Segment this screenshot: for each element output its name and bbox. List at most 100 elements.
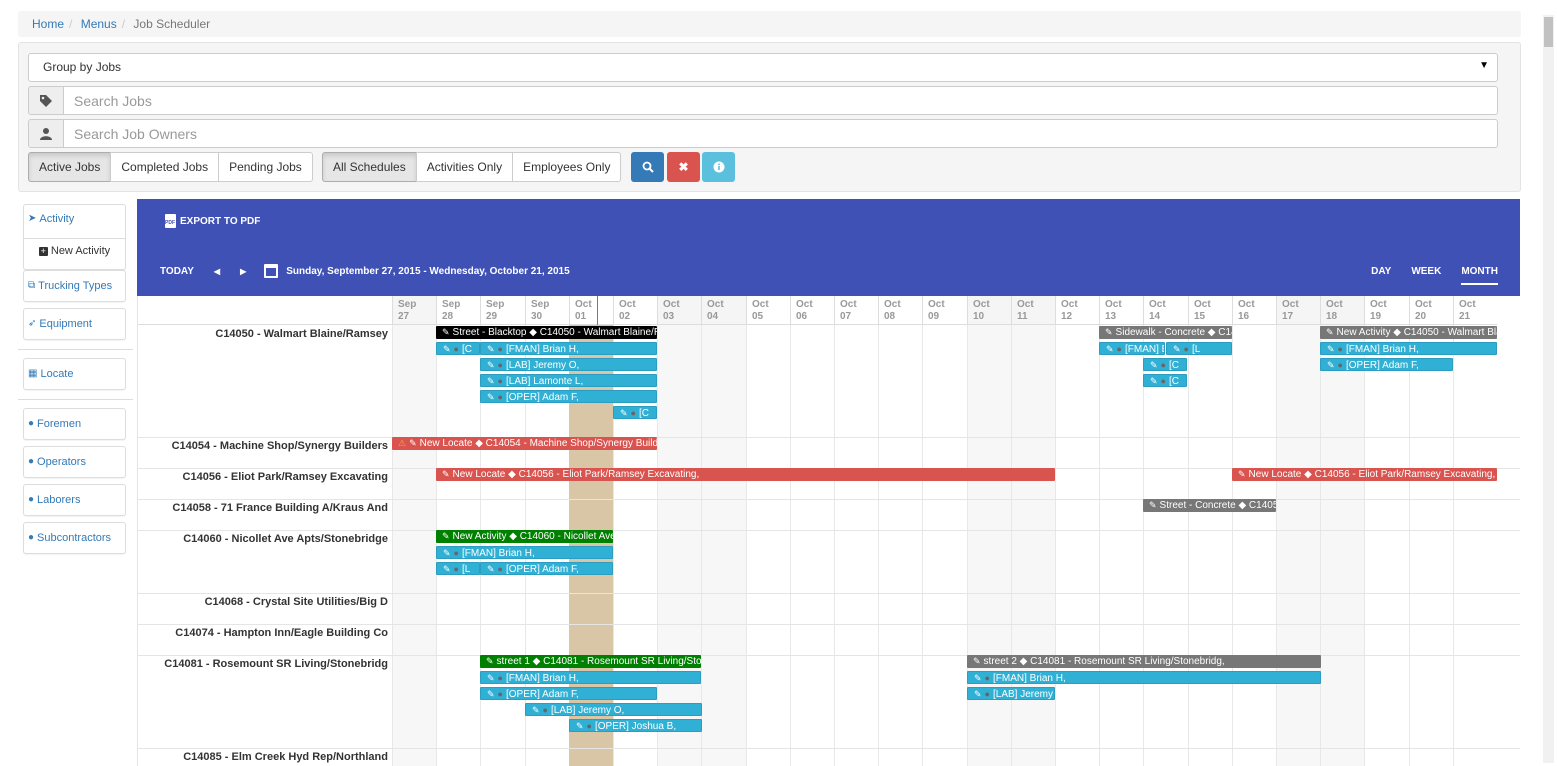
schedule-event[interactable]: ✎ ● [C [436, 342, 480, 355]
edit-icon[interactable]: ✎ [1327, 360, 1335, 370]
edit-icon[interactable]: ✎ [1150, 360, 1158, 370]
job-row-label[interactable]: C14056 - Eliot Park/Ramsey Excavating [138, 471, 388, 483]
calendar-icon[interactable] [264, 264, 279, 278]
search-owners-input[interactable] [64, 119, 1498, 148]
schedule-event[interactable]: ✎New Activity ◆ C14050 - Walmart Blaine/… [1320, 326, 1497, 339]
edit-icon[interactable]: ✎ [443, 548, 451, 558]
schedule-event[interactable]: ✎ New Locate ◆ C14056 - Eliot Park/Ramsey… [436, 468, 1055, 481]
edit-icon[interactable]: ✎ [487, 344, 495, 354]
schedule-event[interactable]: ✎ ● [OPER] Adam F, [480, 687, 657, 700]
edit-icon[interactable]: ✎ [973, 656, 981, 666]
schedule-event[interactable]: ✎●[FMAN] Brian H, [1099, 342, 1165, 355]
view-month-tab[interactable]: MONTH [1461, 266, 1498, 285]
edit-icon[interactable]: ✎ [1105, 327, 1113, 337]
edit-icon[interactable]: ✎ [443, 344, 451, 354]
schedule-event[interactable]: ✎ ● [LAB] Lamonte L, [480, 374, 657, 387]
schedule-event[interactable]: ✎ ● [C [1143, 358, 1187, 371]
schedule-event[interactable]: ✎ New Locate ◆ C14056 - Eliot Park/Ramsey… [1232, 468, 1497, 481]
breadcrumb-home[interactable]: Home [32, 17, 64, 31]
edit-icon[interactable]: ✎ [1149, 500, 1157, 510]
schedule-event[interactable]: ✎●[LAB] Jeremy O, [480, 358, 657, 371]
schedule-event[interactable]: ✎ Street - Blacktop ◆ C14050 - Walmart Bl… [436, 326, 657, 339]
clear-button[interactable]: ✖ [667, 152, 700, 182]
next-arrow-icon[interactable]: ▶ [240, 267, 246, 276]
today-button[interactable]: TODAY [160, 266, 194, 277]
edit-icon[interactable]: ✎ [1327, 344, 1335, 354]
schedule-event[interactable]: ✎ Street - Concrete ◆ C14058 [1143, 499, 1276, 512]
edit-icon[interactable]: ✎ [1238, 469, 1246, 479]
equipment-button[interactable]: ➶ Equipment [23, 308, 126, 340]
schedule-event[interactable]: ✎●[FMAN] Brian H, [1320, 342, 1497, 355]
job-row-label[interactable]: C14081 - Rosemount SR Living/Stonebridg [138, 658, 388, 670]
scrollbar-thumb[interactable] [1544, 17, 1553, 47]
job-row-label[interactable]: C14068 - Crystal Site Utilities/Big D [138, 596, 388, 608]
schedule-event[interactable]: ✎●[FMAN] Brian H, [436, 546, 613, 559]
schedule-event[interactable]: ⚠ ✎ New Locate ◆ C14054 - Machine Shop/Syn… [392, 437, 657, 450]
activity-button[interactable]: ➤ Activity [28, 213, 121, 225]
edit-icon[interactable]: ✎ [487, 360, 495, 370]
job-row-label[interactable]: C14054 - Machine Shop/Synergy Builders [138, 440, 388, 452]
pending-jobs-button[interactable]: Pending Jobs [218, 152, 313, 182]
edit-icon[interactable]: ✎ [1326, 327, 1334, 337]
active-jobs-button[interactable]: Active Jobs [28, 152, 112, 182]
edit-icon[interactable]: ✎ [487, 689, 495, 699]
schedule-event[interactable]: ✎ street 1 ◆ C14081 - Rosemount SR Living… [480, 655, 701, 668]
schedule-event[interactable]: ✎●[FMAN] Brian H, [967, 671, 1321, 684]
edit-icon[interactable]: ✎ [487, 564, 495, 574]
trucking-types-button[interactable]: ⧉ Trucking Types [23, 270, 126, 302]
schedule-event[interactable]: ✎ ● [C [1143, 374, 1187, 387]
edit-icon[interactable]: ✎ [442, 531, 450, 541]
view-week-tab[interactable]: WEEK [1411, 266, 1441, 285]
subcontractors-button[interactable]: ● Subcontractors [23, 522, 126, 554]
group-by-select[interactable]: Group by Jobs ▼ [28, 53, 1498, 82]
prev-arrow-icon[interactable]: ◀ [214, 267, 220, 276]
edit-icon[interactable]: ✎ [1106, 344, 1114, 354]
schedule-event[interactable]: ✎ ● [OPER] Adam F, [480, 390, 657, 403]
all-schedules-button[interactable]: All Schedules [322, 152, 417, 182]
schedule-event[interactable]: ✎Sidewalk - Concrete ◆ C14050 [1099, 326, 1232, 339]
schedule-event[interactable]: ✎ ● [OPER] Adam F, [1320, 358, 1453, 371]
edit-icon[interactable]: ✎ [487, 392, 495, 402]
schedule-event[interactable]: ✎●[FMAN] Brian H, [480, 342, 657, 355]
edit-icon[interactable]: ✎ [442, 469, 450, 479]
edit-icon[interactable]: ✎ [620, 408, 628, 418]
completed-jobs-button[interactable]: Completed Jobs [110, 152, 220, 182]
locate-button[interactable]: ▦ Locate [23, 358, 126, 390]
schedule-event[interactable]: ✎●[LAB] Jeremy O, [525, 703, 702, 716]
edit-icon[interactable]: ✎ [974, 689, 982, 699]
search-jobs-input[interactable] [64, 86, 1498, 115]
job-row-label[interactable]: C14085 - Elm Creek Hyd Rep/Northland [138, 751, 388, 763]
edit-icon[interactable]: ✎ [532, 705, 540, 715]
activities-only-button[interactable]: Activities Only [415, 152, 514, 182]
schedule-event[interactable]: ✎ street 2 ◆ C14081 - Rosemount SR Living… [967, 655, 1321, 668]
schedule-event[interactable]: ✎ ● [L [436, 562, 480, 575]
edit-icon[interactable]: ✎ [1150, 376, 1158, 386]
schedule-event[interactable]: ✎ ● [L [1166, 342, 1232, 355]
schedule-event[interactable]: ✎ ● [OPER] Joshua B, [569, 719, 702, 732]
search-button[interactable] [631, 152, 664, 182]
edit-icon[interactable]: ✎ [974, 673, 982, 683]
schedule-event[interactable]: ✎●[LAB] Jeremy O, [967, 687, 1055, 700]
job-row-label[interactable]: C14050 - Walmart Blaine/Ramsey [138, 328, 388, 340]
edit-icon[interactable]: ✎ [487, 376, 495, 386]
schedule-event[interactable]: ✎ ● [C [613, 406, 657, 419]
edit-icon[interactable]: ✎ [409, 438, 417, 448]
schedule-event[interactable]: ✎ ● [OPER] Adam F, [480, 562, 613, 575]
edit-icon[interactable]: ✎ [442, 327, 450, 337]
employees-only-button[interactable]: Employees Only [512, 152, 622, 182]
job-row-label[interactable]: C14074 - Hampton Inn/Eagle Building Co [138, 627, 388, 639]
export-pdf-button[interactable]: PDF EXPORT TO PDF [165, 214, 260, 228]
edit-icon[interactable]: ✎ [1173, 344, 1181, 354]
schedule-event[interactable]: ✎New Activity ◆ C14060 - Nicollet Ave Ap… [436, 530, 613, 543]
operators-button[interactable]: ● Operators [23, 446, 126, 478]
job-row-label[interactable]: C14058 - 71 France Building A/Kraus And [138, 502, 388, 514]
job-row-label[interactable]: C14060 - Nicollet Ave Apts/Stonebridge [138, 533, 388, 545]
new-activity-button[interactable]: + New Activity [24, 238, 125, 257]
vertical-scrollbar[interactable] [1543, 15, 1554, 763]
edit-icon[interactable]: ✎ [487, 673, 495, 683]
info-button[interactable] [702, 152, 735, 182]
schedule-event[interactable]: ✎●[FMAN] Brian H, [480, 671, 701, 684]
breadcrumb-menus[interactable]: Menus [81, 17, 117, 31]
edit-icon[interactable]: ✎ [576, 721, 584, 731]
view-day-tab[interactable]: DAY [1371, 266, 1391, 285]
